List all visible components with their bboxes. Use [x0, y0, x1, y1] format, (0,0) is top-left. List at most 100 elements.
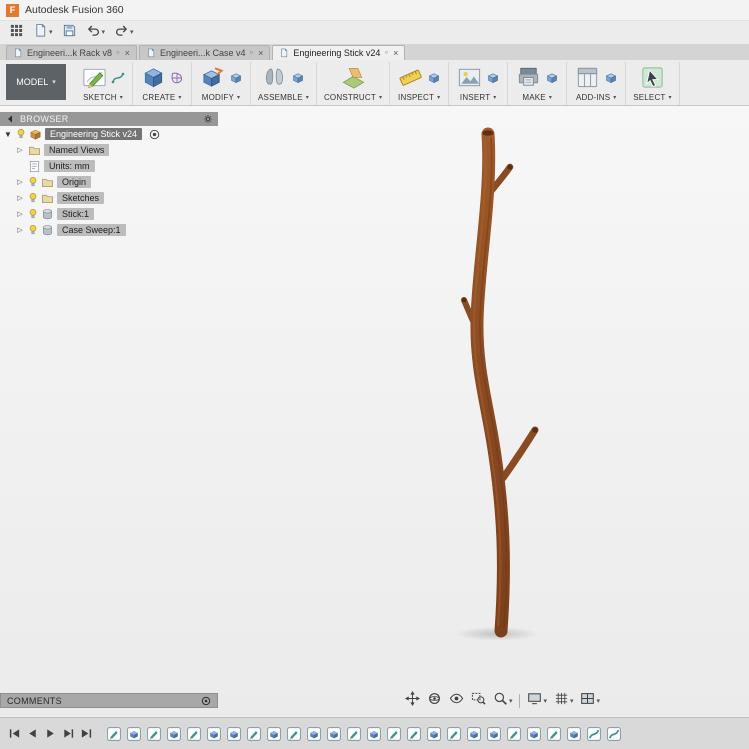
timeline-feature-extrude-icon[interactable]	[267, 727, 281, 741]
expander-icon[interactable]: ▼	[3, 130, 13, 139]
box-small-icon[interactable]	[291, 71, 305, 85]
ribbon-group-label[interactable]: INSPECT▾	[398, 93, 440, 102]
visibility-bulb-icon[interactable]	[16, 128, 26, 140]
browser-item[interactable]: ▷Origin	[0, 174, 218, 190]
expander-icon[interactable]: ▷	[15, 194, 25, 202]
timeline-feature-sketch-icon[interactable]	[507, 727, 521, 741]
construct-icon[interactable]	[340, 64, 367, 91]
zoom-button[interactable]: ▾	[493, 691, 513, 711]
box-small-icon[interactable]	[229, 71, 243, 85]
file-button[interactable]: ▾	[31, 22, 55, 44]
pan-button[interactable]	[405, 691, 420, 711]
inspect-icon[interactable]	[397, 64, 424, 91]
browser-root-row[interactable]: ▼ Engineering Stick v24	[0, 126, 218, 142]
timeline-feature-sketch-icon[interactable]	[387, 727, 401, 741]
save-button[interactable]	[60, 22, 79, 44]
expander-icon[interactable]: ▷	[15, 210, 25, 218]
visibility-bulb-icon[interactable]	[28, 192, 38, 204]
ribbon-group-label[interactable]: ASSEMBLE▾	[258, 93, 309, 102]
step-forward-icon[interactable]	[62, 727, 75, 740]
look-at-button[interactable]	[449, 691, 464, 711]
modify-icon[interactable]	[199, 64, 226, 91]
comments-bar[interactable]: COMMENTS	[0, 693, 218, 708]
ribbon-group-label[interactable]: CREATE▾	[142, 93, 181, 102]
timeline-feature-sketch-icon[interactable]	[287, 727, 301, 741]
timeline-feature-sketch-icon[interactable]	[247, 727, 261, 741]
curve-small-icon[interactable]	[111, 71, 125, 85]
insert-icon[interactable]	[456, 64, 483, 91]
go-to-start-icon[interactable]	[8, 727, 21, 740]
timeline-feature-extrude-icon[interactable]	[487, 727, 501, 741]
timeline-feature-sketch-icon[interactable]	[447, 727, 461, 741]
box-small-icon[interactable]	[604, 71, 618, 85]
play-icon[interactable]	[44, 727, 57, 740]
timeline-feature-sketch-icon[interactable]	[107, 727, 121, 741]
browser-item[interactable]: Units: mm	[0, 158, 218, 174]
select-icon[interactable]	[639, 64, 666, 91]
timeline-feature-extrude-icon[interactable]	[327, 727, 341, 741]
ribbon-group-label[interactable]: SELECT▾	[633, 93, 672, 102]
step-back-icon[interactable]	[26, 727, 39, 740]
go-to-end-icon[interactable]	[80, 727, 93, 740]
comments-indicator-icon[interactable]	[201, 696, 211, 706]
viewport-canvas[interactable]: BROWSER ▼ Engineering Stick v24 ▷Named V…	[0, 106, 749, 717]
ribbon-group-label[interactable]: SKETCH▾	[83, 93, 123, 102]
grid-display-button[interactable]: ▾	[554, 691, 574, 711]
ribbon-group-label[interactable]: MODIFY▾	[202, 93, 241, 102]
undo-button[interactable]: ▾	[84, 22, 108, 44]
close-icon[interactable]: ×	[393, 48, 398, 58]
assemble-icon[interactable]	[261, 64, 288, 91]
orbit-button[interactable]	[427, 691, 442, 711]
collapse-arrow-icon[interactable]	[5, 114, 15, 124]
activate-radio-icon[interactable]	[149, 129, 160, 140]
browser-item[interactable]: ▷Stick:1	[0, 206, 218, 222]
app-grid-button[interactable]	[7, 22, 26, 44]
timeline-feature-extrude-icon[interactable]	[227, 727, 241, 741]
document-tab[interactable]: Engineeri...k Case v4○×	[139, 45, 270, 60]
ribbon-group-label[interactable]: MAKE▾	[522, 93, 552, 102]
timeline-feature-extrude-icon[interactable]	[567, 727, 581, 741]
visibility-bulb-icon[interactable]	[28, 224, 38, 236]
workspace-switcher-button[interactable]: MODEL ▾	[6, 64, 66, 100]
visibility-bulb-icon[interactable]	[28, 176, 38, 188]
viewports-button[interactable]: ▾	[580, 691, 600, 711]
close-icon[interactable]: ×	[125, 48, 130, 58]
timeline-feature-extrude-icon[interactable]	[427, 727, 441, 741]
ribbon-group-label[interactable]: INSERT▾	[460, 93, 497, 102]
timeline-feature-extrude-icon[interactable]	[527, 727, 541, 741]
model-stick[interactable]	[462, 130, 538, 631]
timeline-feature-extrude-icon[interactable]	[167, 727, 181, 741]
gear-icon[interactable]	[203, 114, 213, 124]
document-tab[interactable]: Engineering Stick v24○×	[272, 45, 405, 60]
create-icon[interactable]	[140, 64, 167, 91]
browser-item[interactable]: ▷Case Sweep:1	[0, 222, 218, 238]
sketch-icon[interactable]	[81, 64, 108, 91]
timeline-feature-sweep-icon[interactable]	[607, 727, 621, 741]
visibility-bulb-icon[interactable]	[28, 208, 38, 220]
timeline-feature-sketch-icon[interactable]	[147, 727, 161, 741]
timeline-feature-extrude-icon[interactable]	[307, 727, 321, 741]
timeline-feature-extrude-icon[interactable]	[207, 727, 221, 741]
timeline-feature-sketch-icon[interactable]	[187, 727, 201, 741]
ribbon-group-label[interactable]: ADD-INS▾	[576, 93, 617, 102]
timeline-feature-sketch-icon[interactable]	[547, 727, 561, 741]
timeline-feature-extrude-icon[interactable]	[367, 727, 381, 741]
grid-small-icon[interactable]	[170, 71, 184, 85]
ribbon-group-label[interactable]: CONSTRUCT▾	[324, 93, 382, 102]
timeline-feature-extrude-icon[interactable]	[467, 727, 481, 741]
timeline-feature-sweep-icon[interactable]	[587, 727, 601, 741]
expander-icon[interactable]: ▷	[15, 178, 25, 186]
browser-item[interactable]: ▷Named Views	[0, 142, 218, 158]
box-small-icon[interactable]	[545, 71, 559, 85]
browser-header[interactable]: BROWSER	[0, 112, 218, 126]
box-small-icon[interactable]	[486, 71, 500, 85]
document-tab[interactable]: Engineeri...k Rack v8○×	[6, 45, 137, 60]
timeline-feature-sketch-icon[interactable]	[347, 727, 361, 741]
expander-icon[interactable]: ▷	[15, 146, 25, 154]
browser-item[interactable]: ▷Sketches	[0, 190, 218, 206]
close-icon[interactable]: ×	[258, 48, 263, 58]
addins-icon[interactable]	[574, 64, 601, 91]
timeline-feature-sketch-icon[interactable]	[407, 727, 421, 741]
display-settings-button[interactable]: ▾	[527, 691, 547, 711]
expander-icon[interactable]: ▷	[15, 226, 25, 234]
